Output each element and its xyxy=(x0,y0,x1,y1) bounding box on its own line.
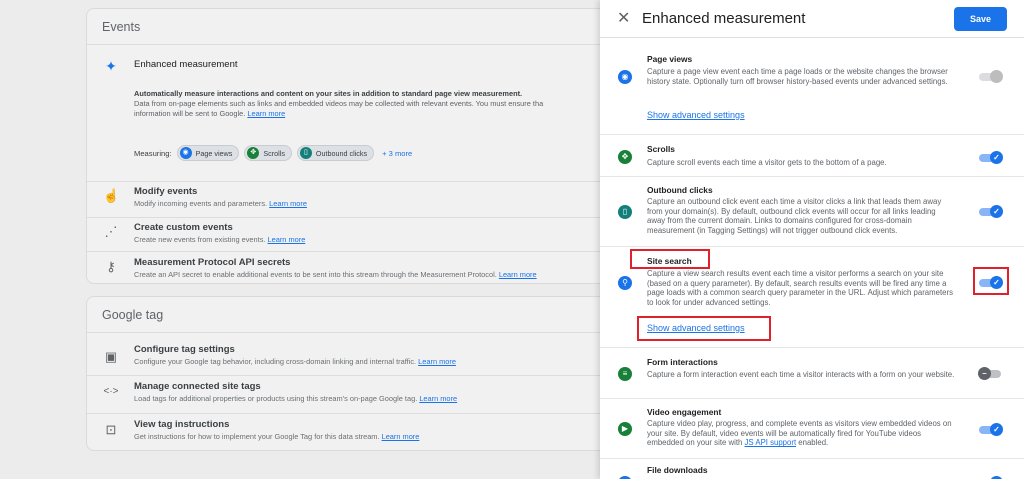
tag-settings-icon: ▣ xyxy=(104,349,118,364)
form-interactions-setting: Form interactions ≡ Capture a form inter… xyxy=(600,355,1024,395)
outbound-clicks-toggle[interactable]: ✓ xyxy=(979,205,1003,218)
scrolls-toggle[interactable]: ✓ xyxy=(979,151,1003,164)
chip-scrolls[interactable]: ✥ Scrolls xyxy=(244,145,292,161)
learn-more-link[interactable]: Learn more xyxy=(418,357,456,366)
modify-events-row[interactable]: ☝ Modify events Modify incoming events a… xyxy=(87,181,625,211)
events-card: Events ✦ Enhanced measurement Automatica… xyxy=(86,8,626,284)
code-arrows-icon: <·> xyxy=(103,386,119,397)
more-chips-link[interactable]: + 3 more xyxy=(382,149,412,158)
outbound-clicks-setting: Outbound clicks ▯ Capture an outbound cl… xyxy=(600,184,1024,244)
google-tag-card-title: Google tag xyxy=(87,297,625,333)
learn-more-link[interactable]: Learn more xyxy=(382,432,420,441)
learn-more-link[interactable]: Learn more xyxy=(499,270,537,279)
instructions-icon: ⊡ xyxy=(105,422,117,437)
sparkle-icon: ✦ xyxy=(105,58,117,74)
video-engagement-setting: Video engagement ▶ Capture video play, p… xyxy=(600,405,1024,455)
manage-site-tags-row[interactable]: <·> Manage connected site tags Load tags… xyxy=(87,375,625,409)
page-views-toggle[interactable] xyxy=(979,70,1003,83)
measuring-chips: Measuring: ◉ Page views ✥ Scrolls ▯ Outboun… xyxy=(134,145,412,161)
learn-more-link[interactable]: Learn more xyxy=(247,109,285,118)
file-downloads-setting: File downloads ↓ ✓ xyxy=(600,464,1024,479)
close-icon[interactable]: ✕ xyxy=(617,8,630,28)
chip-page-views[interactable]: ◉ Page views xyxy=(176,145,240,161)
save-button[interactable]: Save xyxy=(954,7,1007,31)
eye-icon: ◉ xyxy=(618,70,632,84)
learn-more-link[interactable]: Learn more xyxy=(419,394,457,403)
create-custom-events-row[interactable]: ⋰ Create custom events Create new events… xyxy=(87,217,625,247)
learn-more-link[interactable]: Learn more xyxy=(268,235,306,244)
highlight-box-site-search-title xyxy=(630,249,710,269)
highlight-box-site-search-toggle xyxy=(973,267,1009,295)
play-icon: ▶ xyxy=(618,422,632,436)
google-tag-card: Google tag ▣ Configure tag settings Conf… xyxy=(86,296,626,451)
configure-tag-settings-row[interactable]: ▣ Configure tag settings Configure your … xyxy=(87,343,625,373)
enhanced-measurement-panel: ✕ Enhanced measurement Save Page views ◉… xyxy=(600,0,1024,479)
learn-more-link[interactable]: Learn more xyxy=(269,199,307,208)
eye-icon: ◉ xyxy=(179,147,192,159)
scrolls-setting: Scrolls ✥ Capture scroll events each tim… xyxy=(600,142,1024,172)
page-views-setting: Page views ◉ Capture a page view event e… xyxy=(600,52,1024,138)
panel-header: ✕ Enhanced measurement Save xyxy=(600,0,1024,38)
js-api-support-link[interactable]: JS API support xyxy=(745,438,797,447)
form-icon: ≡ xyxy=(618,367,632,381)
key-icon: ⚷ xyxy=(106,259,116,274)
chip-outbound-clicks[interactable]: ▯ Outbound clicks xyxy=(296,145,375,161)
events-card-title: Events xyxy=(87,9,625,45)
form-interactions-toggle[interactable]: – xyxy=(978,367,1003,380)
highlight-box-advanced-settings xyxy=(637,316,771,341)
enhanced-description: Automatically measure interactions and c… xyxy=(134,89,544,118)
mouse-icon: ▯ xyxy=(618,205,632,219)
scroll-icon: ✥ xyxy=(618,150,632,164)
enhanced-title: Enhanced measurement xyxy=(134,59,238,70)
search-icon: ⚲ xyxy=(618,276,632,290)
cursor-click-icon: ⋰ xyxy=(104,224,118,239)
view-tag-instructions-row[interactable]: ⊡ View tag instructions Get instructions… xyxy=(87,413,625,447)
mouse-icon: ▯ xyxy=(299,147,312,159)
page-views-advanced-link[interactable]: Show advanced settings xyxy=(647,110,745,120)
panel-title: Enhanced measurement xyxy=(642,10,806,27)
touch-icon: ☝ xyxy=(103,188,120,203)
scroll-icon: ✥ xyxy=(247,147,260,159)
video-engagement-toggle[interactable]: ✓ xyxy=(979,423,1003,436)
measurement-protocol-row[interactable]: ⚷ Measurement Protocol API secrets Creat… xyxy=(87,251,625,283)
